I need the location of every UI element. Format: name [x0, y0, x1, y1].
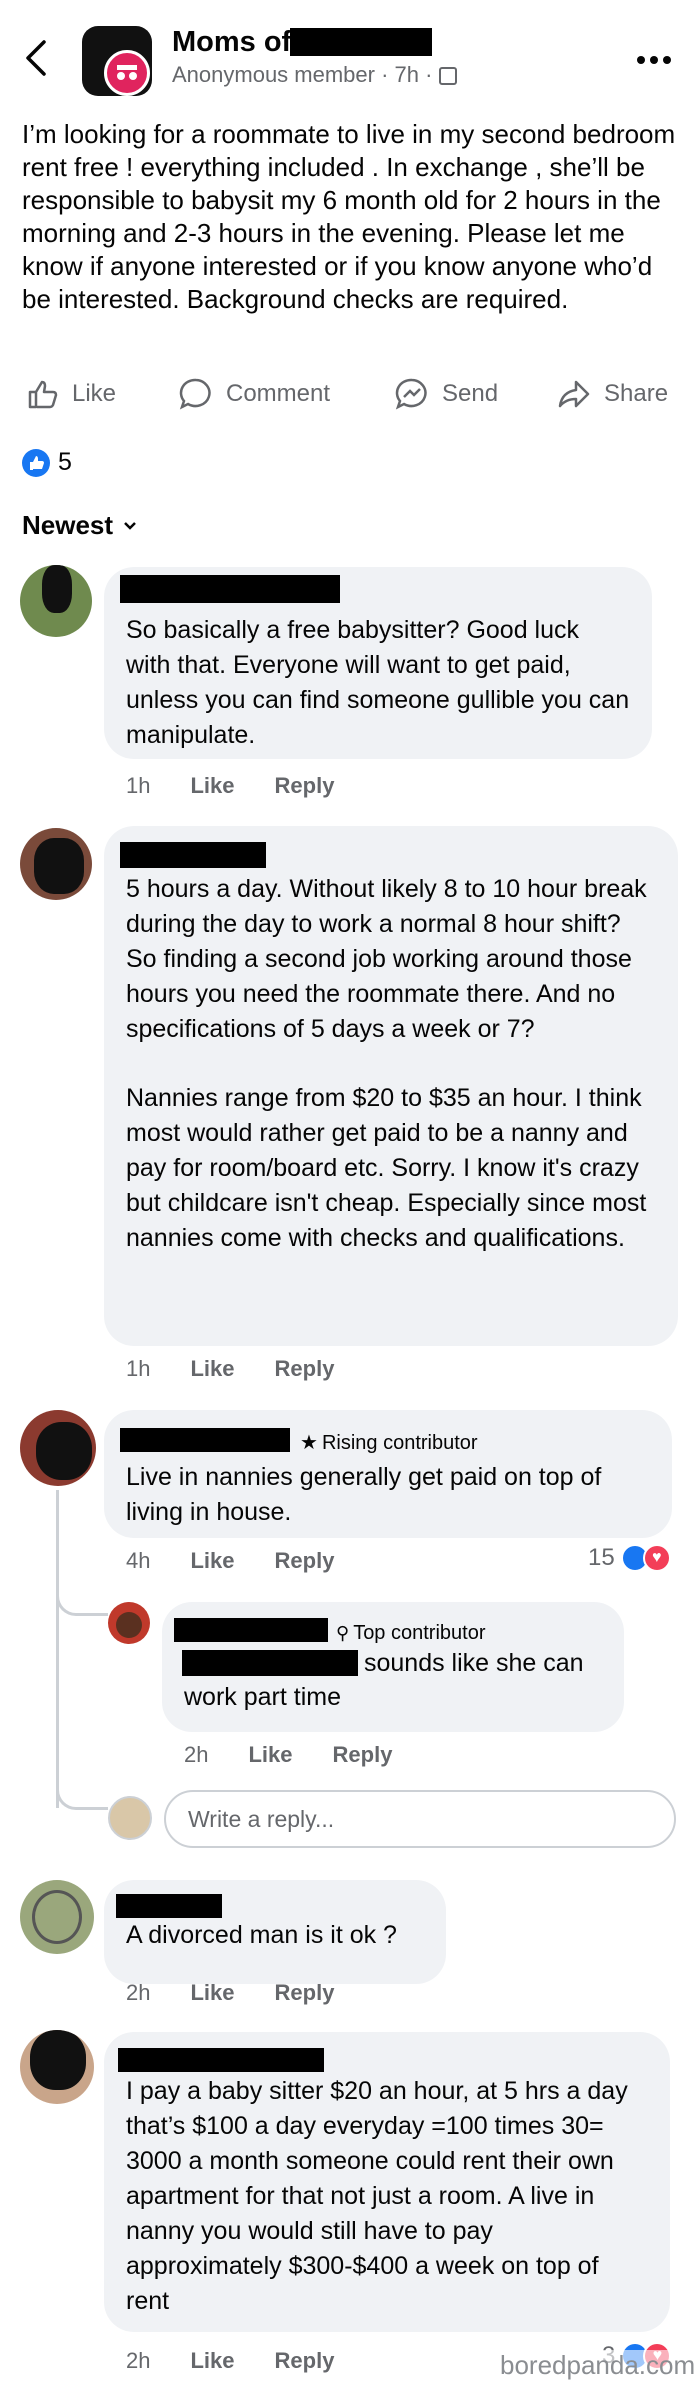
post-meta: Anonymous member · 7h · [172, 62, 457, 88]
anonymous-avatar [104, 50, 150, 96]
send-button[interactable]: Send [394, 372, 498, 416]
comment-reply-button[interactable]: Reply [275, 1356, 335, 1382]
comment-time: 2h [126, 1980, 151, 2005]
replier-avatar[interactable] [108, 1602, 150, 1644]
reply-input-placeholder: Write a reply... [188, 1805, 335, 1832]
reply-text-line2: work part time [184, 1683, 341, 1711]
comment-bubble: ★ Rising contributor Live in nannies gen… [104, 1410, 672, 1538]
share-button[interactable]: Share [556, 372, 668, 416]
comment-text: A divorced man is it ok ? [126, 1921, 397, 1949]
comment-actions: 1h Like Reply [126, 773, 334, 799]
sort-label: Newest [22, 510, 114, 540]
reply-input[interactable]: Write a reply... [164, 1790, 676, 1848]
comment-reactions[interactable]: 15 ♥ [588, 1544, 671, 1572]
redacted-commenter-name [120, 842, 266, 868]
thread-line [56, 1490, 59, 1808]
share-icon [558, 380, 590, 408]
reply-bubble: ⚲ Top contributor sounds like she can wo… [162, 1602, 624, 1732]
reply-actions: 2h Like Reply [184, 1742, 392, 1768]
commenter-avatar[interactable] [20, 1880, 94, 1954]
comment-icon [179, 378, 211, 410]
comment-bubble: I pay a baby sitter $20 an hour, at 5 hr… [104, 2032, 670, 2332]
comment-actions: 2h Like Reply [126, 2348, 334, 2374]
like-label: Like [72, 380, 117, 407]
comment-like-button[interactable]: Like [190, 2348, 234, 2374]
star-icon: ★ [300, 1432, 318, 1454]
post-reactions[interactable]: 5 [22, 448, 72, 477]
commenter-avatar[interactable] [20, 1410, 96, 1486]
reply-text-tail: sounds like she can [364, 1649, 584, 1677]
commenter-avatar[interactable] [20, 565, 92, 637]
comment-button[interactable]: Comment [178, 372, 330, 416]
comment-bubble: So basically a free babysitter? Good luc… [104, 567, 652, 759]
comment-bubble: A divorced man is it ok ? [104, 1880, 446, 1984]
comment-like-button[interactable]: Like [190, 773, 234, 799]
like-reaction-icon [22, 448, 50, 477]
comment-time: 4h [126, 1548, 151, 1573]
chevron-down-icon [124, 521, 136, 530]
comment-like-button[interactable]: Like [190, 1356, 234, 1382]
comment-text: I pay a baby sitter $20 an hour, at 5 hr… [126, 2077, 628, 2315]
like-button[interactable]: Like [26, 372, 116, 416]
comment-text: Live in nannies generally get paid on to… [126, 1463, 602, 1526]
comment-time: 1h [126, 773, 151, 798]
redacted-commenter-name [116, 1894, 222, 1918]
comment-reply-button[interactable]: Reply [275, 1980, 335, 2006]
comment-label: Comment [226, 380, 331, 407]
redacted-commenter-name [120, 1428, 290, 1452]
rising-contributor-badge: ★ Rising contributor [300, 1426, 478, 1461]
reaction-count: 5 [58, 448, 72, 476]
redacted-mention [182, 1650, 358, 1676]
privacy-icon [438, 67, 457, 86]
thread-branch [56, 1778, 108, 1810]
back-icon[interactable] [24, 38, 48, 83]
reply-reply-button[interactable]: Reply [333, 1742, 393, 1768]
commenter-avatar[interactable] [20, 828, 92, 900]
redacted-group-name [290, 28, 432, 56]
sort-dropdown[interactable]: Newest [22, 510, 137, 541]
comment-text-paragraph-2: Nannies range from $20 to $35 an hour. I… [126, 1084, 647, 1252]
reaction-count: 15 [588, 1544, 615, 1571]
comment-reply-button[interactable]: Reply [275, 773, 335, 799]
redacted-replier-name [174, 1618, 328, 1642]
redacted-commenter-name [118, 2048, 324, 2072]
comment-text: So basically a free babysitter? Good luc… [126, 616, 630, 749]
current-user-avatar [108, 1796, 152, 1840]
messenger-icon [395, 378, 427, 410]
more-options-button[interactable] [636, 52, 672, 70]
comment-text: 5 hours a day. Without likely 8 to 10 ho… [126, 875, 647, 1043]
comment-bubble: 5 hours a day. Without likely 8 to 10 ho… [104, 826, 678, 1346]
comment-like-button[interactable]: Like [190, 1548, 234, 1574]
thread-branch [56, 1580, 108, 1616]
comment-actions: 4h Like Reply [126, 1548, 334, 1574]
redacted-commenter-name [120, 575, 340, 603]
badge-label: Rising contributor [321, 1432, 478, 1454]
comment-time: 2h [126, 2348, 151, 2373]
comment-time: 1h [126, 1356, 151, 1381]
share-label: Share [604, 380, 669, 407]
comment-reply-button[interactable]: Reply [275, 1548, 335, 1574]
love-reaction-icon: ♥ [642, 1544, 671, 1572]
reply-time: 2h [184, 1742, 209, 1767]
comment-like-button[interactable]: Like [190, 1980, 234, 2006]
author-name: Anonymous member [172, 62, 375, 87]
medal-icon: ⚲ [336, 1623, 350, 1643]
group-avatar[interactable] [82, 26, 152, 96]
group-title[interactable]: Moms of [172, 26, 291, 59]
post-body: I’m looking for a roommate to live in my… [22, 119, 676, 314]
send-label: Send [442, 380, 499, 407]
watermark: boredpanda.com [500, 2350, 696, 2381]
reply-like-button[interactable]: Like [248, 1742, 292, 1768]
comment-actions: 1h Like Reply [126, 1356, 334, 1382]
post-time: 7h [394, 62, 420, 87]
comment-actions: 2h Like Reply [126, 1980, 334, 2006]
thumbs-up-icon [28, 380, 58, 409]
commenter-avatar[interactable] [20, 2030, 94, 2104]
comment-reply-button[interactable]: Reply [275, 2348, 335, 2374]
